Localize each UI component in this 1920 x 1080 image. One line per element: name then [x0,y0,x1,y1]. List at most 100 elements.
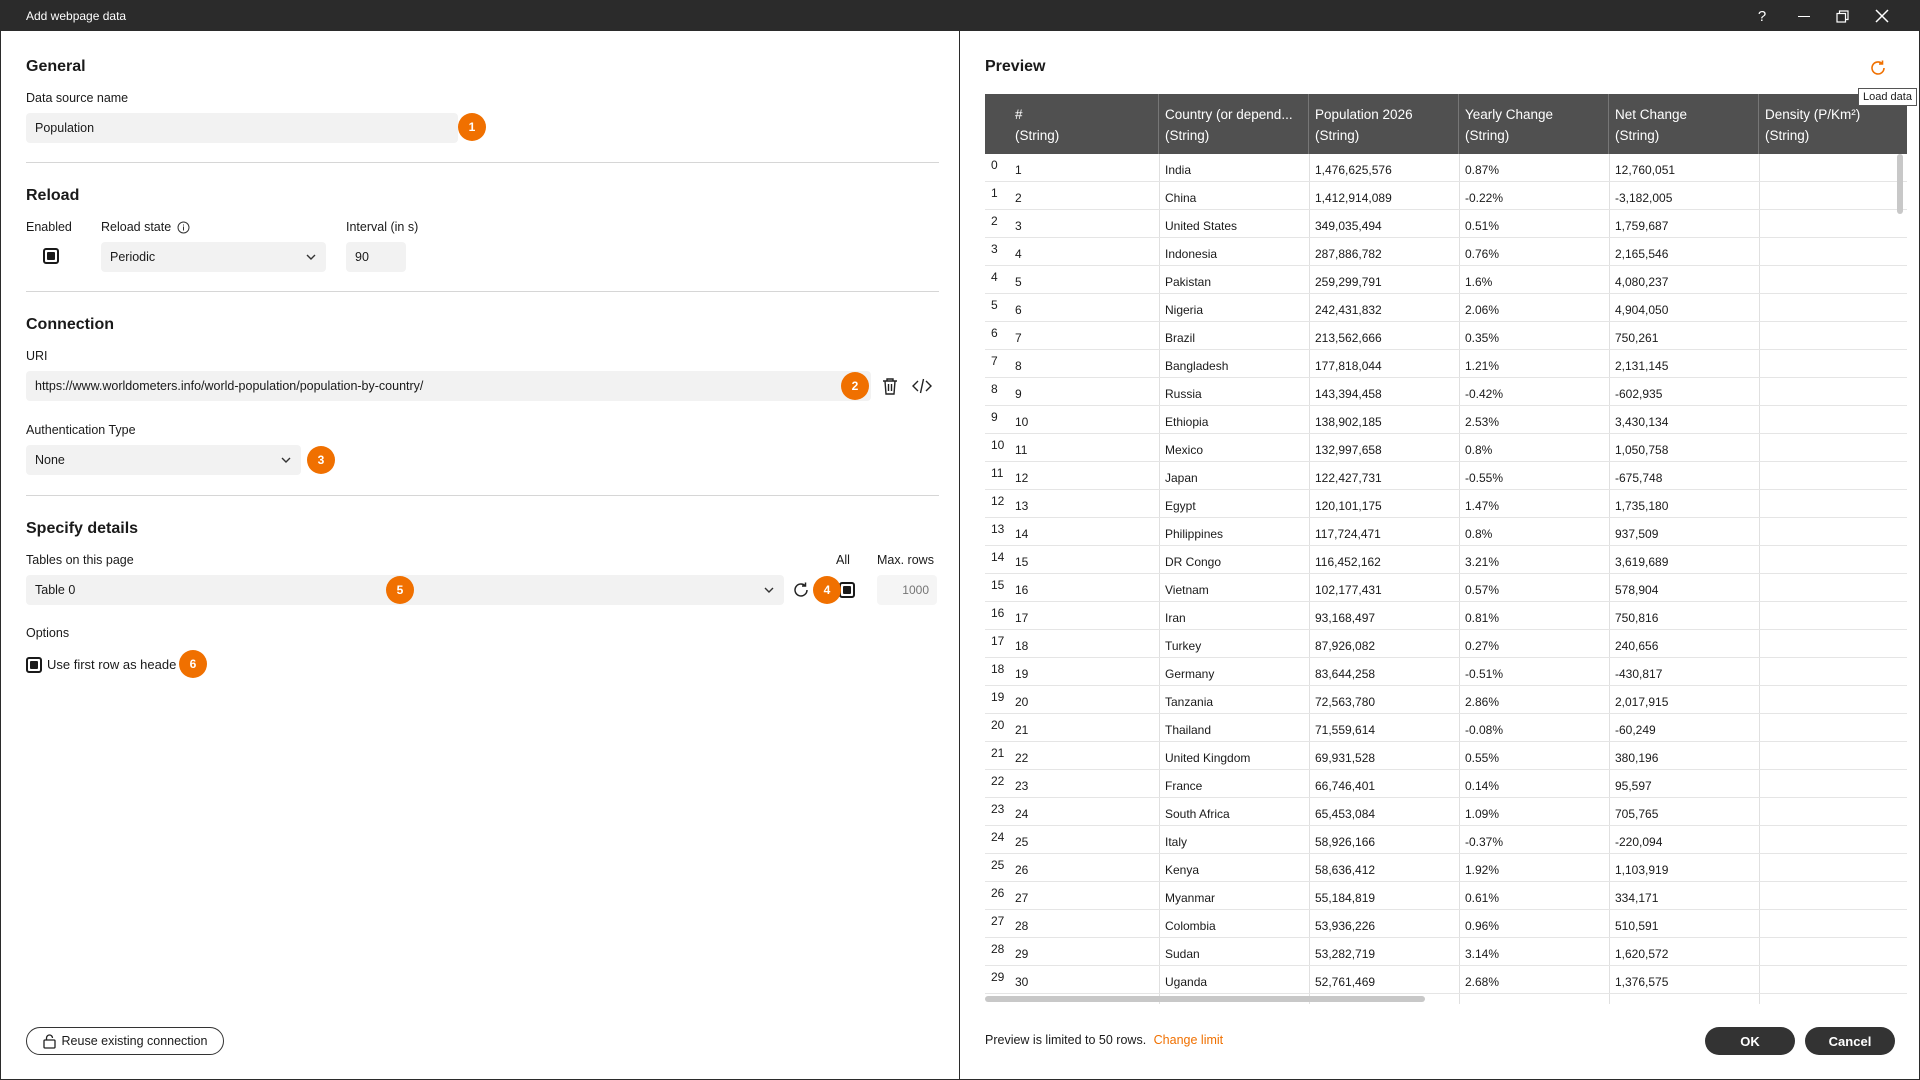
data-source-name-input[interactable]: Population [26,113,458,143]
table-row[interactable]: 1 2 China 1,412,914,089 -0.22% -3,182,005 [985,182,1907,210]
column-header[interactable]: Net Change (String) [1609,94,1759,154]
cell-population: 66,746,401 [1315,779,1376,793]
all-tables-checkbox[interactable] [839,582,855,598]
cell-population: 138,902,185 [1315,415,1382,429]
minimize-button[interactable] [1786,3,1822,29]
table-row[interactable]: 14 15 DR Congo 116,452,162 3.21% 3,619,689 [985,546,1907,574]
row-index: 22 [991,774,1005,788]
row-index: 3 [991,242,998,256]
cell-rank: 13 [1015,499,1029,513]
horizontal-scrollbar[interactable] [985,996,1425,1002]
cancel-button[interactable]: Cancel [1805,1027,1895,1055]
ok-button[interactable]: OK [1705,1027,1795,1055]
enabled-checkbox[interactable] [43,248,59,264]
table-row[interactable]: 15 16 Vietnam 102,177,431 0.57% 578,904 [985,574,1907,602]
cell-net-change: 2,165,546 [1615,247,1669,261]
close-button[interactable] [1864,3,1900,29]
section-divider [26,291,939,292]
cell-population: 52,761,469 [1315,975,1376,989]
cell-rank: 7 [1015,331,1022,345]
change-limit-link[interactable]: Change limit [1154,1033,1223,1047]
table-row[interactable]: 13 14 Philippines 117,724,471 0.8% 937,509 [985,518,1907,546]
table-row[interactable]: 3 4 Indonesia 287,886,782 0.76% 2,165,546 [985,238,1907,266]
cell-yearly-change: 0.51% [1465,219,1500,233]
data-source-name-value: Population [35,121,95,135]
column-header[interactable]: Population 2026 (String) [1309,94,1459,154]
column-header[interactable]: # (String) [985,94,1159,154]
table-row[interactable]: 21 22 United Kingdom 69,931,528 0.55% 380,196 [985,742,1907,770]
annotation-badge-2: 2 [841,372,869,400]
reload-state-select[interactable]: Periodic [101,242,326,272]
table-row[interactable]: 7 8 Bangladesh 177,818,044 1.21% 2,131,145 [985,350,1907,378]
row-index: 19 [991,690,1005,704]
table-row[interactable]: 22 23 France 66,746,401 0.14% 95,597 [985,770,1907,798]
table-row[interactable]: 26 27 Myanmar 55,184,819 0.61% 334,171 [985,882,1907,910]
table-row[interactable]: 12 13 Egypt 120,101,175 1.47% 1,735,180 [985,490,1907,518]
cell-country: Bangladesh [1165,359,1229,373]
window-title: Add webpage data [26,9,127,23]
column-name: Population 2026 [1315,107,1413,122]
table-row[interactable]: 18 19 Germany 83,644,258 -0.51% -430,817 [985,658,1907,686]
table-row[interactable]: 11 12 Japan 122,427,731 -0.55% -675,748 [985,462,1907,490]
table-row[interactable]: 27 28 Colombia 53,936,226 0.96% 510,591 [985,910,1907,938]
column-name: Density (P/Km²) [1765,107,1861,122]
cell-population: 72,563,780 [1315,695,1376,709]
row-index: 10 [991,438,1005,452]
column-type: (String) [1465,128,1510,143]
all-label: All [836,553,850,567]
cell-yearly-change: 1.47% [1465,499,1500,513]
cell-country: Philippines [1165,527,1224,541]
authentication-type-label: Authentication Type [26,423,136,437]
info-icon[interactable] [177,221,190,234]
uri-input[interactable]: https://www.worldometers.info/world-popu… [26,371,871,401]
table-row[interactable]: 6 7 Brazil 213,562,666 0.35% 750,261 [985,322,1907,350]
view-source-button[interactable] [912,377,932,398]
table-row[interactable]: 8 9 Russia 143,394,458 -0.42% -602,935 [985,378,1907,406]
delete-uri-button[interactable] [881,376,899,399]
table-row[interactable]: 5 6 Nigeria 242,431,832 2.06% 4,904,050 [985,294,1907,322]
refresh-tables-button[interactable] [791,580,811,603]
table-row[interactable]: 28 29 Sudan 53,282,719 3.14% 1,620,572 [985,938,1907,966]
load-data-button[interactable] [1868,58,1888,81]
column-type: (String) [1615,128,1660,143]
column-type: (String) [1015,128,1060,143]
table-row[interactable]: 23 24 South Africa 65,453,084 1.09% 705,765 [985,798,1907,826]
table-row[interactable]: 24 25 Italy 58,926,166 -0.37% -220,094 [985,826,1907,854]
table-row[interactable]: 17 18 Turkey 87,926,082 0.27% 240,656 [985,630,1907,658]
window-titlebar: Add webpage data ? [0,0,1920,31]
table-row[interactable]: 25 26 Kenya 58,636,412 1.92% 1,103,919 [985,854,1907,882]
preview-limit-text-group: Preview is limited to 50 rows. Change li… [985,1033,1223,1047]
load-data-tooltip: Load data [1858,88,1917,106]
table-row[interactable]: 4 5 Pakistan 259,299,791 1.6% 4,080,237 [985,266,1907,294]
chevron-down-icon [764,587,774,593]
table-row[interactable]: 9 10 Ethiopia 138,902,185 2.53% 3,430,134 [985,406,1907,434]
cell-net-change: 750,816 [1615,611,1659,625]
table-row[interactable]: 20 21 Thailand 71,559,614 -0.08% -60,249 [985,714,1907,742]
table-row[interactable]: 16 17 Iran 93,168,497 0.81% 750,816 [985,602,1907,630]
cell-yearly-change: 1.92% [1465,863,1500,877]
vertical-scrollbar[interactable] [1897,154,1903,214]
reuse-connection-button[interactable]: Reuse existing connection [26,1027,224,1055]
cell-rank: 5 [1015,275,1022,289]
row-index: 16 [991,606,1005,620]
cell-net-change: -3,182,005 [1615,191,1673,205]
table-row[interactable]: 19 20 Tanzania 72,563,780 2.86% 2,017,915 [985,686,1907,714]
table-row[interactable]: 0 1 India 1,476,625,576 0.87% 12,760,051 [985,154,1907,182]
row-index: 25 [991,858,1005,872]
cell-country: Turkey [1165,639,1202,653]
cell-rank: 2 [1015,191,1022,205]
column-header[interactable]: Country (or depend... (String) [1159,94,1309,154]
help-button[interactable]: ? [1744,3,1780,29]
first-row-header-checkbox[interactable] [26,657,42,673]
maximize-button[interactable] [1824,3,1860,29]
interval-input[interactable]: 90 [346,242,406,272]
cell-yearly-change: 2.86% [1465,695,1500,709]
table-row[interactable]: 10 11 Mexico 132,997,658 0.8% 1,050,758 [985,434,1907,462]
authentication-type-select[interactable]: None [26,445,301,475]
table-row[interactable]: 2 3 United States 349,035,494 0.51% 1,759,687 [985,210,1907,238]
row-index: 6 [991,326,998,340]
cell-rank: 28 [1015,919,1029,933]
max-rows-input[interactable] [877,575,937,605]
table-row[interactable]: 29 30 Uganda 52,761,469 2.68% 1,376,575 [985,966,1907,994]
column-header[interactable]: Yearly Change (String) [1459,94,1609,154]
